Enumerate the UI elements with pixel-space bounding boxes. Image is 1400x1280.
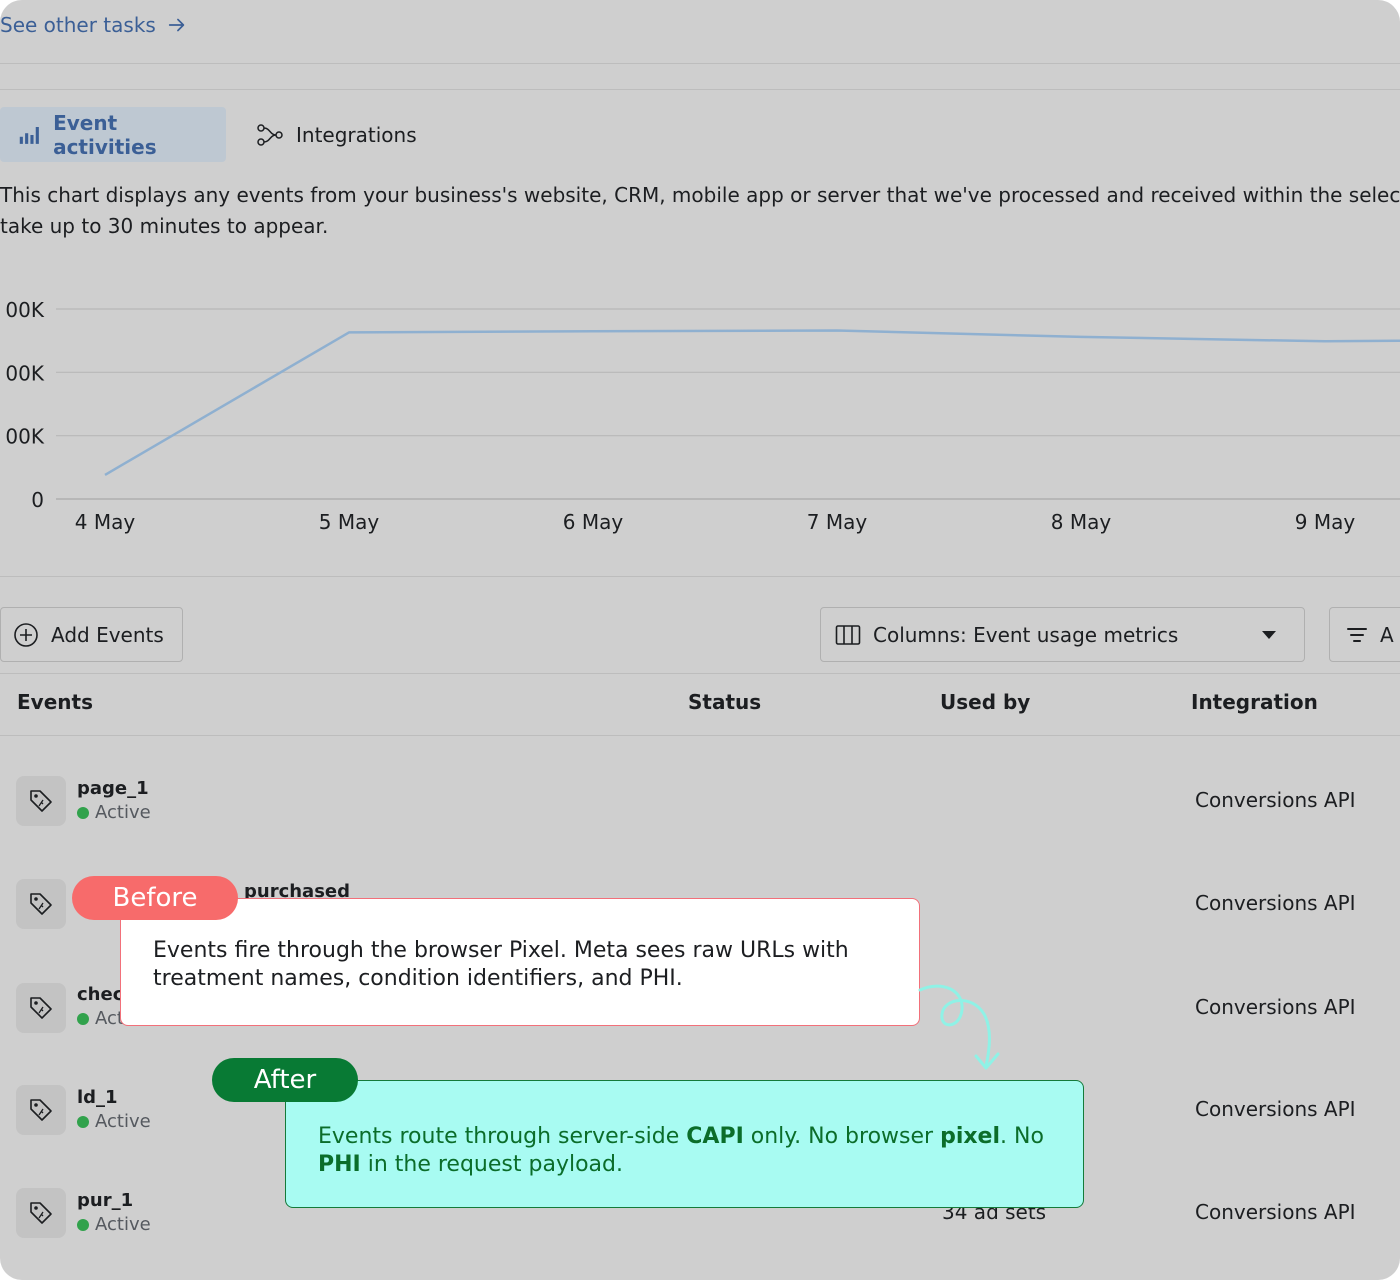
arrow-right-icon bbox=[168, 18, 185, 32]
see-other-tasks-link[interactable]: See other tasks bbox=[0, 10, 188, 40]
plus-circle-icon bbox=[14, 622, 38, 647]
tag-icon bbox=[30, 997, 52, 1019]
status-dot bbox=[77, 1012, 89, 1025]
app-frame: See other tasks Event activities Integra… bbox=[0, 0, 1400, 1280]
row-icon bbox=[16, 983, 66, 1033]
event-activity-chart: 0 00K 00K 00K 4 May 5 May 6 May 7 May 8 May 9 May bbox=[5, 298, 1400, 534]
header-status: Status bbox=[688, 690, 762, 714]
event-integration: Conversions API bbox=[1195, 995, 1356, 1019]
chevron-down-icon bbox=[1262, 630, 1276, 639]
add-events-button[interactable]: Add Events bbox=[0, 607, 183, 662]
after-text-bold: CAPI bbox=[686, 1124, 744, 1149]
description-line: This chart displays any events from your… bbox=[0, 183, 1400, 207]
event-status: Act bbox=[77, 1008, 124, 1029]
description-line: take up to 30 minutes to appear. bbox=[0, 214, 329, 238]
tab-label: Event activities bbox=[53, 110, 157, 159]
filter-icon bbox=[1347, 627, 1367, 642]
header-used-by: Used by bbox=[940, 690, 1031, 714]
divider bbox=[0, 576, 1400, 577]
tag-icon bbox=[30, 893, 52, 915]
tab-event-activities[interactable]: Event activities bbox=[0, 107, 226, 162]
tag-icon bbox=[30, 1202, 52, 1224]
divider bbox=[0, 63, 1400, 64]
event-status: Active bbox=[77, 1111, 151, 1132]
after-text-bold: PHI bbox=[318, 1152, 361, 1177]
add-events-label: Add Events bbox=[51, 622, 164, 647]
status-label: Active bbox=[95, 1214, 151, 1235]
after-text-bold: pixel bbox=[940, 1124, 1001, 1149]
after-pill: After bbox=[212, 1058, 358, 1102]
event-integration: Conversions API bbox=[1195, 1200, 1356, 1224]
header-events: Events bbox=[17, 690, 93, 714]
event-integration: Conversions API bbox=[1195, 891, 1356, 915]
columns-dropdown[interactable]: Columns: Event usage metrics bbox=[820, 607, 1305, 662]
x-tick-label: 7 May bbox=[807, 510, 868, 534]
y-tick-label: 0 bbox=[31, 488, 44, 512]
event-status: Active bbox=[77, 1214, 151, 1235]
columns-label: Columns: Event usage metrics bbox=[873, 622, 1179, 647]
before-callout: Events fire through the browser Pixel. M… bbox=[120, 898, 920, 1026]
integrations-icon bbox=[257, 123, 283, 146]
status-label: Active bbox=[95, 1111, 151, 1132]
see-other-tasks-label: See other tasks bbox=[0, 13, 156, 37]
tab-integrations[interactable]: Integrations bbox=[238, 107, 435, 162]
x-tick-label: 5 May bbox=[319, 510, 380, 534]
filter-label: A bbox=[1380, 622, 1394, 647]
divider bbox=[0, 673, 1400, 674]
row-icon bbox=[16, 776, 66, 826]
after-text: only. No browser bbox=[743, 1124, 941, 1149]
tab-label: Integrations bbox=[296, 122, 417, 147]
event-integration: Conversions API bbox=[1195, 788, 1356, 812]
after-text: Events route through server-side bbox=[318, 1124, 687, 1149]
status-dot bbox=[77, 1115, 89, 1128]
before-callout-text: Events fire through the browser Pixel. M… bbox=[153, 938, 849, 991]
event-integration: Conversions API bbox=[1195, 1097, 1356, 1121]
event-status: Active bbox=[77, 802, 151, 823]
event-name: page_1 bbox=[77, 778, 149, 799]
event-name: pur_1 bbox=[77, 1190, 134, 1211]
after-text: . No bbox=[1000, 1124, 1044, 1149]
y-tick-label: 00K bbox=[5, 298, 44, 322]
row-icon bbox=[16, 1188, 66, 1238]
tag-icon bbox=[30, 790, 52, 812]
event-name: ld_1 bbox=[77, 1087, 118, 1108]
status-label: Active bbox=[95, 802, 151, 823]
after-callout: Events route through server-side CAPI on… bbox=[285, 1080, 1084, 1208]
before-pill: Before bbox=[72, 876, 238, 920]
x-tick-label: 6 May bbox=[563, 510, 624, 534]
filter-button[interactable]: A bbox=[1329, 607, 1400, 662]
tag-icon bbox=[30, 1099, 52, 1121]
curly-arrow-icon bbox=[918, 984, 1000, 1070]
after-text: in the request payload. bbox=[360, 1152, 623, 1177]
columns-icon bbox=[835, 624, 861, 645]
status-dot bbox=[77, 806, 89, 819]
x-tick-label: 4 May bbox=[75, 510, 136, 534]
bar-chart-icon bbox=[19, 126, 39, 144]
header-integration: Integration bbox=[1191, 690, 1318, 714]
divider bbox=[0, 735, 1400, 736]
status-dot bbox=[77, 1218, 89, 1231]
row-icon bbox=[16, 879, 66, 929]
x-tick-label: 9 May bbox=[1295, 510, 1356, 534]
row-icon bbox=[16, 1085, 66, 1135]
series-line bbox=[104, 329, 1400, 476]
chart-description: This chart displays any events from your… bbox=[0, 180, 1400, 242]
y-tick-label: 00K bbox=[5, 425, 44, 449]
x-tick-label: 8 May bbox=[1051, 510, 1112, 534]
divider bbox=[0, 89, 1400, 90]
y-tick-label: 00K bbox=[5, 361, 44, 385]
